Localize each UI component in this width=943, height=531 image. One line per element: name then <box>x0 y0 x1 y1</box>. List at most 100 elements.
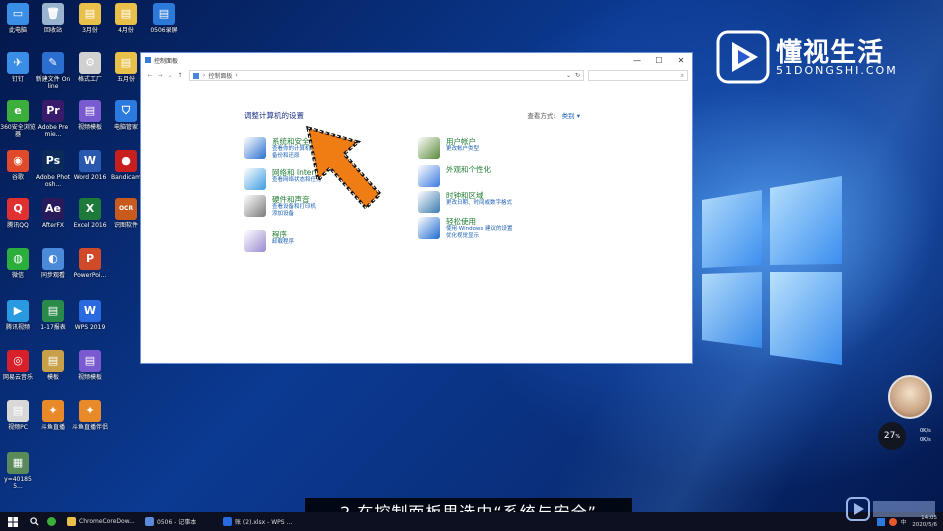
desktop-icon-label: 微信 <box>11 272 24 279</box>
desktop-icon[interactable]: ▤ 4月份 <box>108 3 144 34</box>
desktop-icon[interactable]: ▤ 模板 <box>35 350 71 381</box>
app-icon: ▤ <box>153 3 175 25</box>
category-sublink[interactable]: 优化视觉显示 <box>446 233 513 240</box>
app-icon: ▤ <box>115 3 137 25</box>
widget-score: 27 <box>883 431 896 441</box>
desktop-icon-label: 3月份 <box>82 27 98 34</box>
desktop-icon[interactable]: ✦ 斗鱼直播 <box>35 400 71 431</box>
desktop-icon[interactable]: ▤ 3月份 <box>72 3 108 34</box>
desktop-icon[interactable]: ◍ 微信 <box>0 248 36 279</box>
view-by-label: 查看方式: <box>527 112 556 120</box>
desktop-icon[interactable]: ▭ 此电脑 <box>0 3 36 34</box>
category-icon <box>418 191 440 213</box>
view-by-dropdown[interactable]: 类别 ▾ <box>562 112 580 120</box>
search-input[interactable]: ⌕ <box>588 70 688 81</box>
desktop-icon[interactable]: ▤ 视频模板 <box>72 100 108 131</box>
category-item[interactable]: 时钟和区域 更改日期、时间或数字格式 <box>418 191 512 213</box>
desktop-icon[interactable]: e 360安全浏览器 <box>0 100 36 138</box>
desktop-icon[interactable]: ● Bandicam <box>108 150 144 181</box>
category-title-link[interactable]: 轻松使用 <box>446 217 513 226</box>
desktop-icon[interactable]: 🗑 回收站 <box>35 3 71 34</box>
close-button[interactable]: ✕ <box>670 56 692 65</box>
category-icon <box>418 137 440 159</box>
maximize-button[interactable]: ☐ <box>648 56 670 65</box>
desktop-icon[interactable]: ▤ 视频模板 <box>72 350 108 381</box>
desktop-icon[interactable]: ✈ 钉钉 <box>0 52 36 83</box>
category-sublink[interactable]: 更改日期、时间或数字格式 <box>446 200 512 207</box>
taskbar-app-button[interactable]: ChromeCoreDow... <box>63 512 141 531</box>
app-icon: ▦ <box>7 452 29 474</box>
category-sublink[interactable]: 添加设备 <box>272 211 316 218</box>
taskbar-app-button[interactable]: 账 (2).xlsx - WPS ... <box>219 512 297 531</box>
360-browser-taskbar-icon[interactable] <box>43 512 63 531</box>
category-title-link[interactable]: 时钟和区域 <box>446 191 512 200</box>
desktop-icon[interactable]: ▦ y=401855... <box>0 452 36 490</box>
app-icon: ▤ <box>7 400 29 422</box>
desktop-icon-label: 斗鱼直播 <box>40 424 65 431</box>
window-titlebar[interactable]: 控制面板 — ☐ ✕ <box>141 53 692 67</box>
search-taskbar-icon[interactable] <box>26 512 43 531</box>
category-item[interactable]: 程序 卸载程序 <box>244 230 294 252</box>
start-button[interactable] <box>0 512 26 531</box>
app-icon: ◐ <box>42 248 64 270</box>
desktop-icon[interactable]: OCR 识图软件 <box>108 198 144 229</box>
address-field[interactable]: › 控制面板 › ⌄ ↻ <box>189 70 584 81</box>
up-arrow-icon[interactable]: ↑ <box>175 72 185 79</box>
desktop-icon[interactable]: ✦ 斗鱼直播伴侣 <box>72 400 108 431</box>
desktop-icon[interactable]: ▤ 1-17报表 <box>35 300 71 331</box>
search-icon <box>30 517 39 526</box>
app-icon: ⛉ <box>115 100 137 122</box>
desktop-icon[interactable]: ⚙ 格式工厂 <box>72 52 108 83</box>
control-panel-window[interactable]: 控制面板 — ☐ ✕ ← → ⌄ ↑ › 控制面板 › ⌄ ↻ ⌕ 调整计算机的… <box>140 52 693 364</box>
desktop-icon[interactable]: ◎ 网易云音乐 <box>0 350 36 381</box>
desktop-icon[interactable]: X Excel 2016 <box>72 198 108 229</box>
taskbar-app-button[interactable]: 0506 - 记事本 <box>141 512 219 531</box>
app-icon: ✈ <box>7 52 29 74</box>
category-sublink[interactable]: 更改帐户类型 <box>446 146 479 153</box>
desktop-icon[interactable]: ▤ 0506录屏 <box>146 3 182 34</box>
breadcrumb[interactable]: 控制面板 <box>208 71 232 80</box>
desktop-icon[interactable]: ▶ 腾讯视频 <box>0 300 36 331</box>
address-dropdown-icon[interactable]: ⌄ <box>566 72 571 79</box>
category-sublink[interactable]: 使用 Windows 建议的设置 <box>446 226 513 233</box>
network-speed-widget[interactable]: 27% <box>878 422 906 450</box>
app-icon: W <box>79 150 101 172</box>
desktop-icon[interactable]: W Word 2016 <box>72 150 108 181</box>
control-panel-content: 调整计算机的设置 查看方式: 类别 ▾ 系统和安全 查看你的计算机状态 备份和还原网… <box>141 84 692 364</box>
avatar[interactable] <box>888 375 932 419</box>
desktop-icon[interactable]: ▤ 视频PC <box>0 400 36 431</box>
category-item[interactable]: 用户帐户 更改帐户类型 <box>418 137 479 159</box>
desktop-icon[interactable]: W WPS 2019 <box>72 300 108 331</box>
category-item[interactable]: 轻松使用 使用 Windows 建议的设置 优化视觉显示 <box>418 217 513 240</box>
app-icon: P <box>79 248 101 270</box>
desktop-icon[interactable]: ◐ 同步观看 <box>35 248 71 279</box>
desktop-icon-label: 视频模板 <box>77 124 102 131</box>
category-sublink[interactable]: 卸载程序 <box>272 239 294 246</box>
desktop-icon[interactable]: Ae AfterFX <box>35 198 71 229</box>
desktop-icon-label: Bandicam <box>111 174 141 181</box>
category-item[interactable]: 外观和个性化 <box>418 165 491 187</box>
forward-arrow-icon[interactable]: → <box>155 72 165 79</box>
desktop-icon[interactable]: Pr Adobe Premie... <box>35 100 71 138</box>
desktop-icon[interactable]: ◉ 谷歌 <box>0 150 36 181</box>
desktop-icon[interactable]: ⛉ 电脑管家 <box>108 100 144 131</box>
desktop-icon[interactable]: Q 腾讯QQ <box>0 198 36 229</box>
desktop-icon[interactable]: P PowerPoi... <box>72 248 108 279</box>
download-speed: 0K/s <box>920 437 931 443</box>
category-title-link[interactable]: 外观和个性化 <box>446 165 491 174</box>
app-icon: ▤ <box>79 100 101 122</box>
category-title-link[interactable]: 程序 <box>272 230 294 239</box>
desktop-icon[interactable]: Ps Adobe Photosh... <box>35 150 71 188</box>
category-title-link[interactable]: 用户帐户 <box>446 137 479 146</box>
window-title: 控制面板 <box>154 57 179 65</box>
desktop-icon[interactable]: ✎ 新建文件 Online <box>35 52 71 90</box>
desktop-icon[interactable]: ▤ 五月份 <box>108 52 144 83</box>
search-icon[interactable]: ⌕ <box>681 72 684 80</box>
minimize-button[interactable]: — <box>626 56 648 65</box>
back-arrow-icon[interactable]: ← <box>145 72 155 79</box>
recent-dropdown-icon[interactable]: ⌄ <box>165 72 175 79</box>
desktop-icon-label: AfterFX <box>42 222 64 229</box>
play-logo-icon <box>716 30 770 84</box>
desktop-icon-label: PowerPoi... <box>73 272 107 279</box>
refresh-icon[interactable]: ↻ <box>575 72 580 79</box>
